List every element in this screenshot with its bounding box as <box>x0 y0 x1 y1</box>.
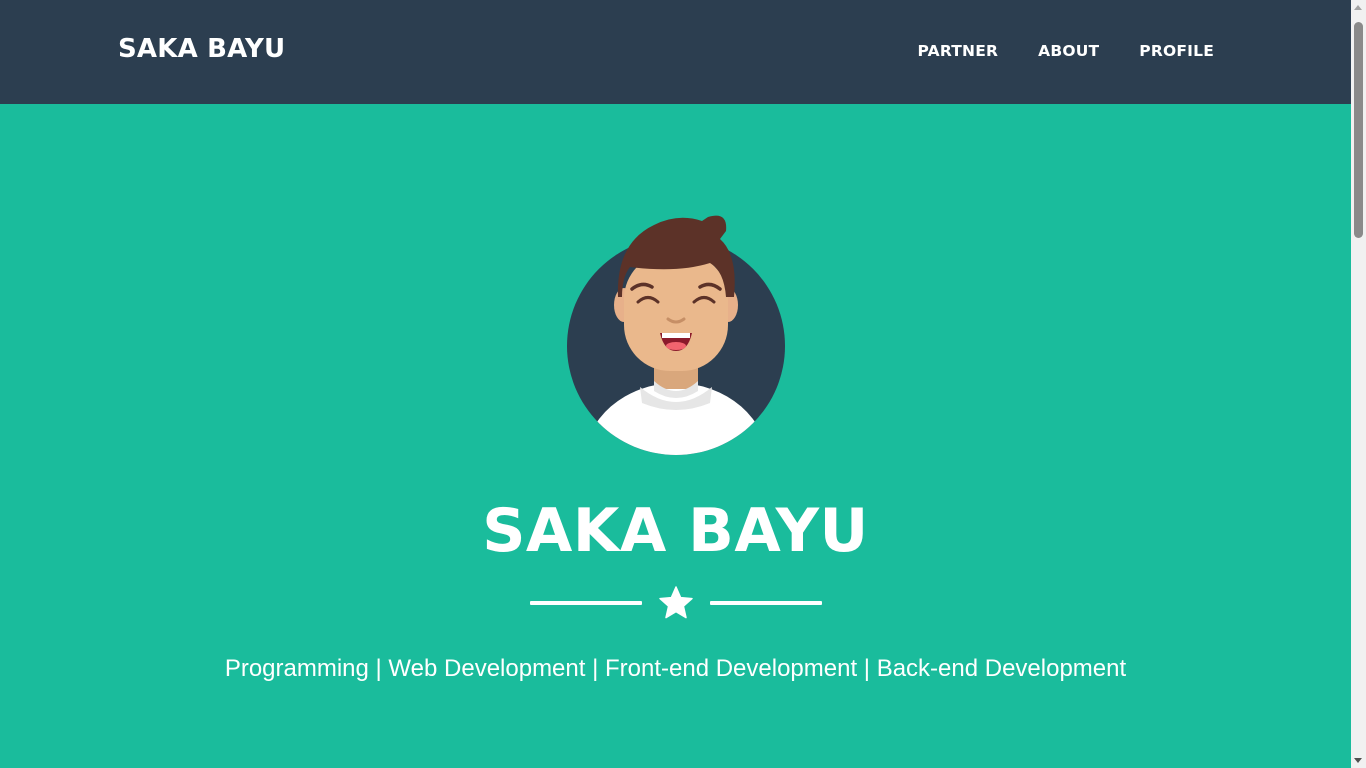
avatar-image <box>567 215 785 455</box>
vertical-scrollbar[interactable] <box>1351 0 1366 768</box>
avatar-face <box>624 253 728 371</box>
nav-link-partner[interactable]: PARTNER <box>917 42 998 60</box>
brand-link[interactable]: SAKA BAYU <box>118 34 285 64</box>
nav-links: PARTNER ABOUT PROFILE <box>917 42 1214 60</box>
scroll-down-arrow-icon[interactable] <box>1354 758 1362 763</box>
nav-link-about[interactable]: ABOUT <box>1038 42 1099 60</box>
star-icon <box>659 586 693 619</box>
hero-title: SAKA BAYU <box>482 496 869 566</box>
nav-link-profile[interactable]: PROFILE <box>1139 42 1214 60</box>
divider-line-right <box>710 601 822 605</box>
scrollbar-thumb[interactable] <box>1354 22 1363 238</box>
hero-tagline: Programming | Web Development | Front-en… <box>224 655 1127 682</box>
scroll-up-arrow-icon[interactable] <box>1354 5 1362 10</box>
divider-line-left <box>530 601 642 605</box>
navbar: SAKA BAYU PARTNER ABOUT PROFILE <box>0 0 1351 104</box>
